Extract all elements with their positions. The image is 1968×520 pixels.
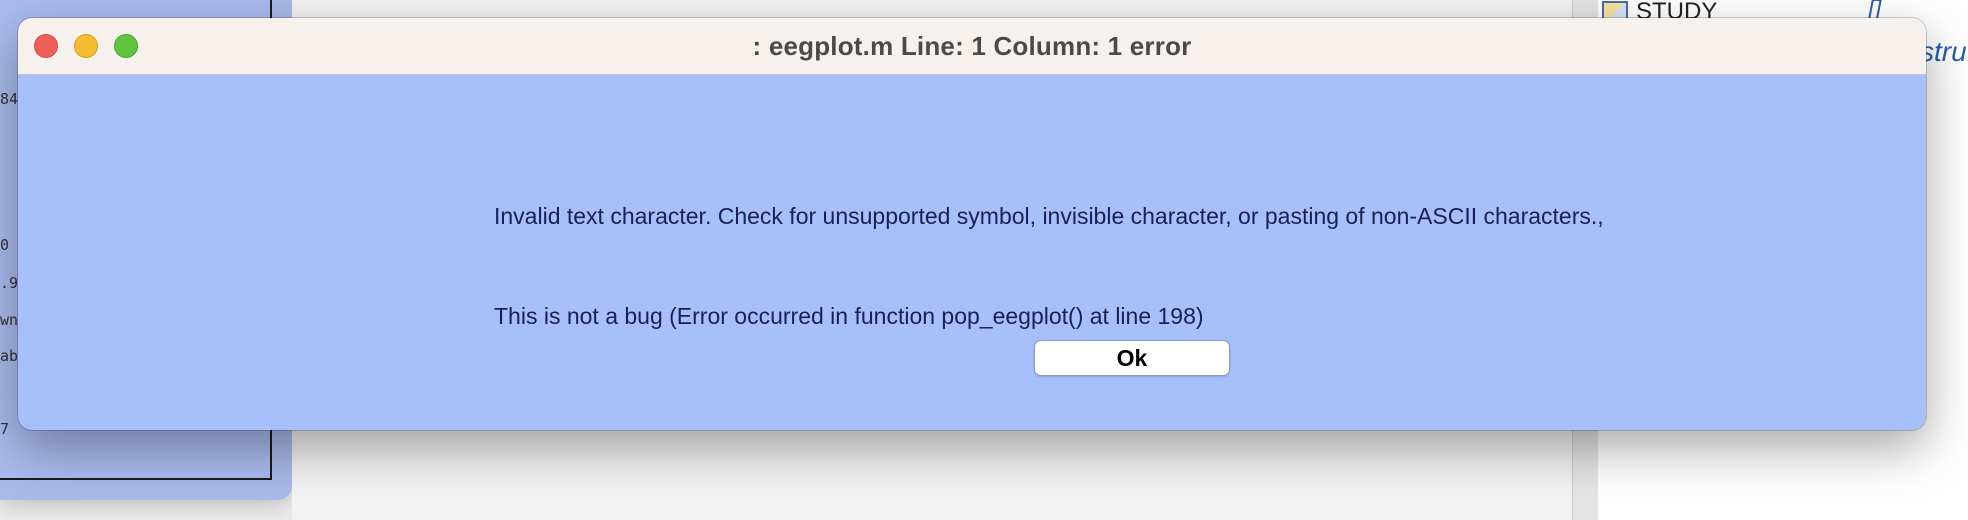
dialog-title: : eegplot.m Line: 1 Column: 1 error [752,30,1192,61]
background-left-text: 84 [0,90,19,108]
close-window-icon[interactable] [34,34,58,58]
dialog-body: Invalid text character. Check for unsupp… [18,75,1926,430]
workspace-variable-class: stru [1920,36,1967,67]
ok-button[interactable]: Ok [1034,340,1230,376]
maximize-window-icon[interactable] [114,34,138,58]
error-dialog: : eegplot.m Line: 1 Column: 1 error Inva… [18,18,1926,430]
minimize-window-icon[interactable] [74,34,98,58]
background-left-text: wn [0,311,19,329]
background-left-text: .9 [0,274,19,292]
background-left-text: 7 [0,420,10,438]
background-left-text: 0 [0,236,10,254]
window-controls [34,34,138,58]
desktop: 84 0 .9 wn ab 7 STUDY [] stru : eegplot.… [0,0,1968,520]
background-left-text: ab [0,347,19,365]
error-message-line-2: This is not a bug (Error occurred in fun… [494,303,1204,329]
error-message-line-1: Invalid text character. Check for unsupp… [494,203,1604,229]
dialog-titlebar[interactable]: : eegplot.m Line: 1 Column: 1 error [18,18,1926,75]
